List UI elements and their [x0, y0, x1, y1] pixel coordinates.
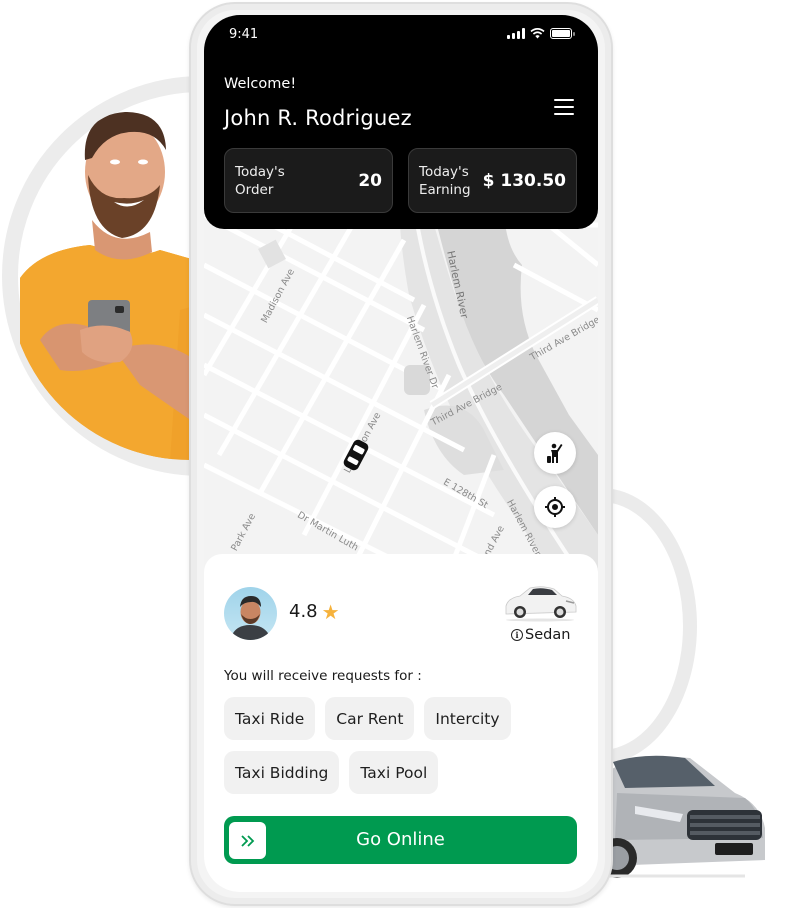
signal-icon: [507, 28, 525, 39]
welcome-text: Welcome!: [224, 76, 297, 92]
crosshair-location-icon: [545, 497, 565, 517]
service-chip-taxi-bidding[interactable]: Taxi Bidding: [224, 751, 340, 794]
service-chip-taxi-ride[interactable]: Taxi Ride: [224, 697, 316, 740]
person-hailing-icon: [547, 443, 563, 463]
map-view[interactable]: Madison Ave Harlem River Harlem River Dr…: [204, 205, 598, 585]
stat-label: Today's Order: [235, 164, 285, 198]
hamburger-menu-icon[interactable]: [554, 99, 574, 115]
info-icon[interactable]: i: [511, 629, 523, 641]
hail-passenger-button[interactable]: [534, 432, 576, 474]
todays-earning-card: Today's Earning $ 130.50: [408, 148, 577, 213]
status-time: 9:41: [229, 27, 259, 42]
driver-rating: 4.8 ★: [289, 601, 340, 622]
stat-value: $ 130.50: [482, 171, 566, 191]
vehicle-type-label: Sedan: [525, 627, 571, 643]
suv-car-illustration: [595, 755, 765, 878]
my-location-button[interactable]: [534, 486, 576, 528]
vehicle-type[interactable]: i Sedan: [511, 627, 570, 643]
wifi-icon: [530, 28, 545, 39]
driver-bottom-sheet: 4.8 ★ i Sedan You will receive requests …: [204, 554, 598, 892]
stat-label: Today's Earning: [419, 164, 471, 198]
driver-avatar[interactable]: [224, 587, 277, 640]
app-header: 9:41 Welcome! John R. Rodriguez Today's …: [204, 15, 598, 229]
battery-icon: [550, 28, 575, 39]
service-chip-car-rent[interactable]: Car Rent: [325, 697, 415, 740]
service-chip-taxi-pool[interactable]: Taxi Pool: [349, 751, 439, 794]
phone-screen: 9:41 Welcome! John R. Rodriguez Today's …: [204, 15, 598, 892]
rating-value: 4.8: [289, 601, 318, 622]
driver-photo: [230, 596, 271, 640]
go-online-slider[interactable]: Go Online: [224, 816, 577, 864]
driver-name: John R. Rodriguez: [224, 106, 412, 130]
requests-title: You will receive requests for :: [224, 668, 422, 684]
go-online-label: Go Online: [356, 829, 445, 850]
star-icon: ★: [321, 599, 340, 624]
sedan-car-image: [505, 586, 577, 622]
status-icons: [507, 28, 575, 39]
service-chip-intercity[interactable]: Intercity: [424, 697, 511, 740]
service-chips: Taxi Ride Car Rent Intercity Taxi Biddin…: [224, 697, 544, 794]
todays-order-card: Today's Order 20: [224, 148, 393, 213]
stat-value: 20: [358, 171, 382, 191]
map-streets: [204, 205, 598, 585]
